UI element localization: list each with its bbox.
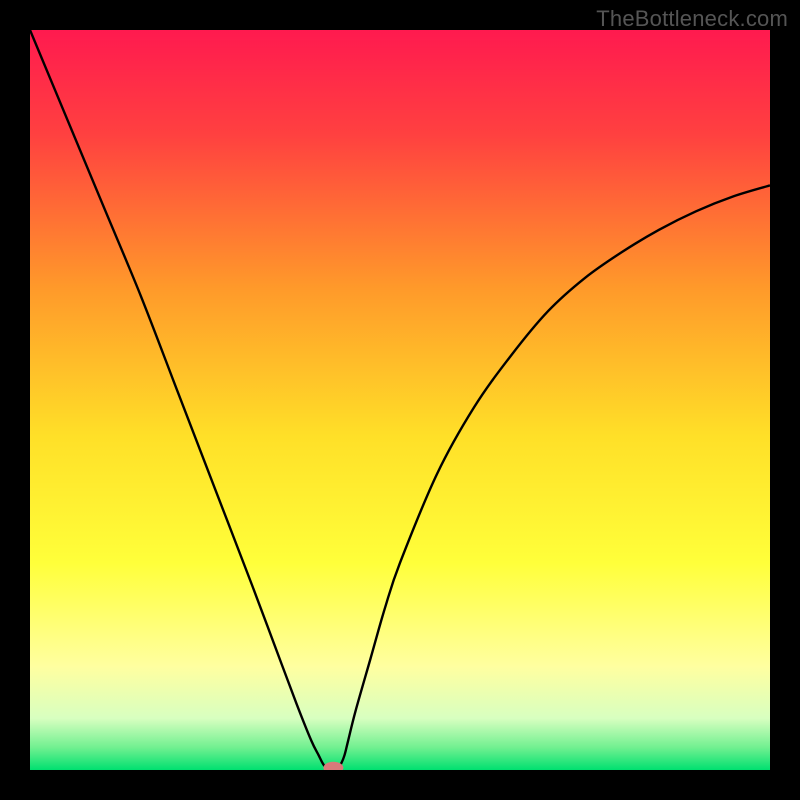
plot-area xyxy=(30,30,770,770)
gradient-background xyxy=(30,30,770,770)
chart-frame: TheBottleneck.com xyxy=(0,0,800,800)
watermark-text: TheBottleneck.com xyxy=(596,6,788,32)
chart-svg xyxy=(30,30,770,770)
